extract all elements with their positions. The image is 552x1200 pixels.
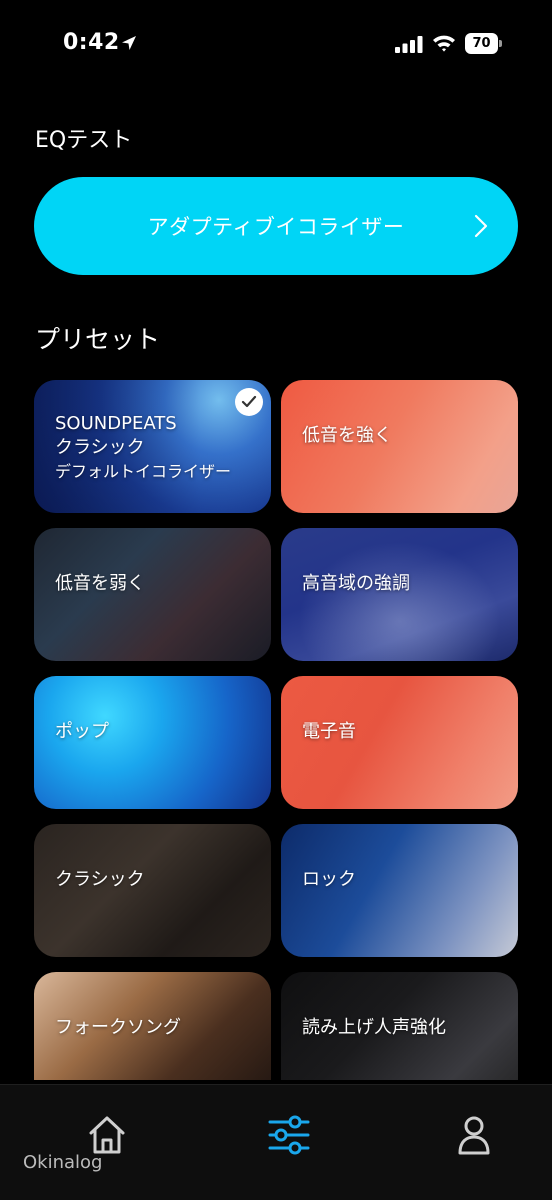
nav-home[interactable] xyxy=(85,1113,129,1157)
preset-card-voice-enhance[interactable]: 読み上げ人声強化 xyxy=(281,972,518,1080)
preset-label: 低音を強く xyxy=(302,425,392,446)
battery-level: 70 xyxy=(465,33,498,54)
preset-card-soundpeats-classic[interactable]: SOUNDPEATS クラシック デフォルトイコライザー xyxy=(34,380,271,513)
preset-label-line: クラシック xyxy=(55,437,145,459)
adaptive-equalizer-label: アダプティブイコライザー xyxy=(147,215,405,239)
preset-card-classical[interactable]: クラシック xyxy=(34,824,271,957)
preset-label: 低音を弱く xyxy=(55,573,145,594)
profile-icon xyxy=(458,1116,490,1155)
preset-label: 電子音 xyxy=(302,721,356,742)
preset-card-electronic[interactable]: 電子音 xyxy=(281,676,518,809)
preset-label: ロック xyxy=(302,869,356,890)
eq-test-heading: EQテスト xyxy=(35,128,133,153)
battery-indicator: 70 xyxy=(465,33,502,54)
home-icon xyxy=(89,1116,125,1154)
preset-label: 読み上げ人声強化 xyxy=(302,1017,446,1038)
battery-cap xyxy=(499,40,502,47)
adaptive-equalizer-button[interactable]: アダプティブイコライザー xyxy=(34,177,518,275)
preset-label-line: デフォルトイコライザー xyxy=(55,461,232,481)
preset-label: クラシック xyxy=(55,869,145,890)
preset-label: 高音域の強調 xyxy=(302,573,410,594)
eq-screen: 0:42 70 EQテスト アダプティブイコライザー プリセット SOUNDPE… xyxy=(0,0,552,1200)
cellular-signal-icon xyxy=(395,36,423,53)
status-time: 0:42 xyxy=(63,30,120,55)
status-bar: 0:42 70 xyxy=(0,0,552,92)
nav-profile[interactable] xyxy=(452,1113,496,1157)
bottom-navigation xyxy=(0,1084,552,1200)
preset-label: SOUNDPEATS クラシック デフォルトイコライザー xyxy=(55,412,231,482)
watermark-text: Okinalog xyxy=(23,1152,103,1173)
preset-card-pop[interactable]: ポップ xyxy=(34,676,271,809)
location-arrow-icon xyxy=(122,36,136,50)
preset-grid: SOUNDPEATS クラシック デフォルトイコライザー 低音を強く 低音を弱く… xyxy=(0,370,552,1080)
preset-label-line: SOUNDPEATS xyxy=(55,413,177,434)
equalizer-icon xyxy=(268,1115,310,1155)
preset-card-treble-boost[interactable]: 高音域の強調 xyxy=(281,528,518,661)
chevron-right-icon xyxy=(474,214,488,238)
nav-equalizer[interactable] xyxy=(267,1113,311,1157)
preset-card-bass-boost[interactable]: 低音を強く xyxy=(281,380,518,513)
preset-card-bass-reduce[interactable]: 低音を弱く xyxy=(34,528,271,661)
preset-label: フォークソング xyxy=(55,1017,181,1038)
wifi-icon xyxy=(433,35,455,52)
preset-card-folk[interactable]: フォークソング xyxy=(34,972,271,1080)
selected-check-icon xyxy=(235,388,263,416)
preset-card-rock[interactable]: ロック xyxy=(281,824,518,957)
presets-heading: プリセット xyxy=(35,325,161,354)
preset-label: ポップ xyxy=(55,721,109,742)
